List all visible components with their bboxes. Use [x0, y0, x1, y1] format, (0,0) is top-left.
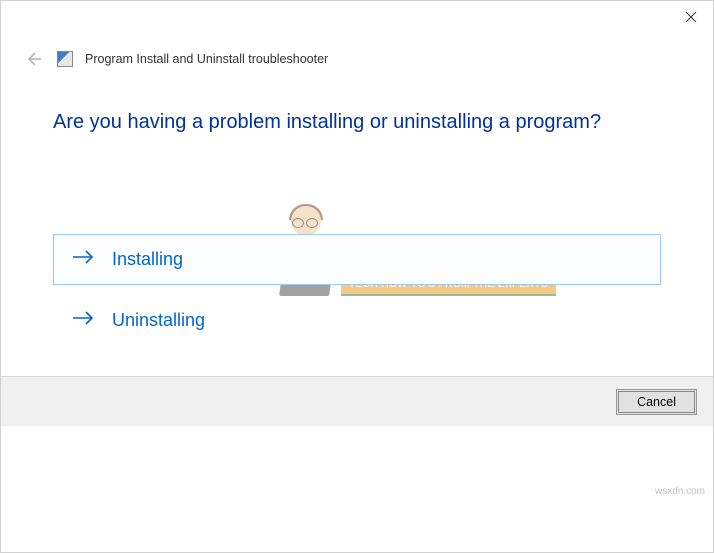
option-label: Installing [112, 249, 183, 270]
troubleshooter-icon [57, 51, 73, 67]
close-button[interactable] [668, 1, 713, 33]
back-arrow-icon [23, 49, 43, 69]
header: Program Install and Uninstall troublesho… [1, 33, 713, 81]
window-title: Program Install and Uninstall troublesho… [85, 52, 328, 66]
titlebar [1, 1, 713, 33]
option-uninstalling[interactable]: Uninstalling [53, 295, 661, 346]
question-heading: Are you having a problem installing or u… [53, 111, 661, 134]
content-area: Are you having a problem installing or u… [1, 81, 713, 376]
cancel-button[interactable]: Cancel [616, 389, 697, 415]
footer: Cancel [1, 376, 713, 426]
close-icon [685, 11, 697, 23]
option-label: Uninstalling [112, 310, 205, 331]
arrow-right-icon [72, 249, 94, 270]
option-installing[interactable]: Installing [53, 234, 661, 285]
back-button [21, 47, 45, 71]
attribution-text: wsxdn.com [655, 486, 705, 497]
arrow-right-icon [72, 310, 94, 331]
